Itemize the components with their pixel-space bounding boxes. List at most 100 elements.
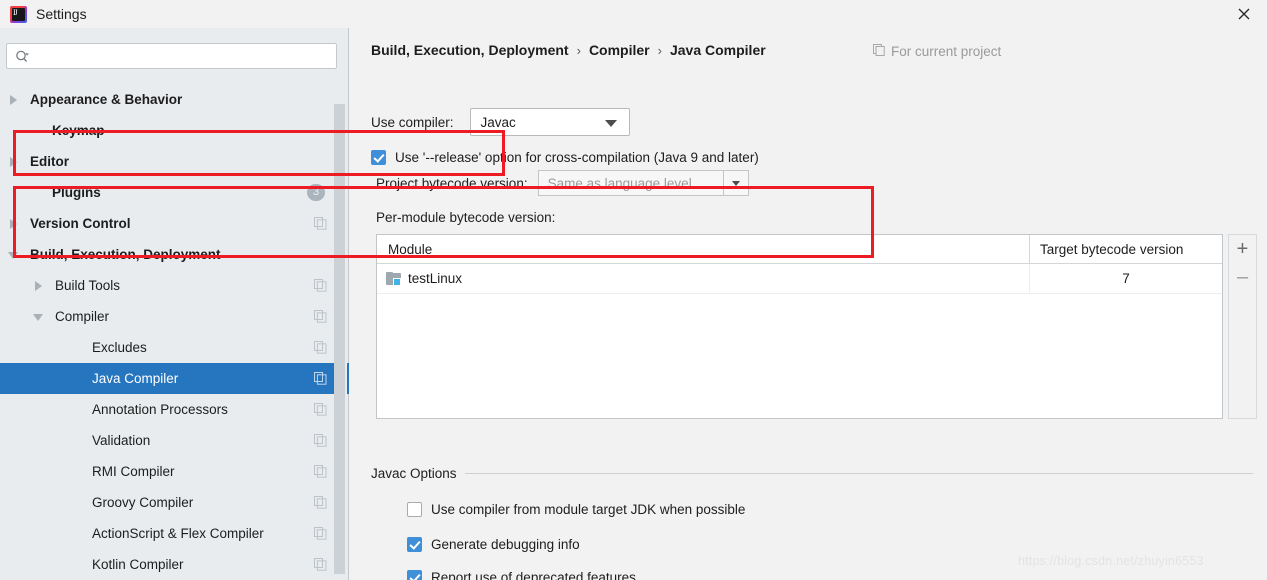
table-toolbar: + – [1228,234,1257,419]
copy-settings-icon[interactable] [314,558,327,574]
sidebar-item-label: ActionScript & Flex Compiler [92,526,264,541]
add-module-button[interactable]: + [1229,235,1256,263]
java-compiler-panel: Build, Execution, Deployment › Compiler … [350,28,1267,580]
breadcrumb: Build, Execution, Deployment › Compiler … [371,42,766,58]
remove-module-button[interactable]: – [1229,263,1256,291]
table-body: testLinux 7 [377,264,1222,294]
sidebar-item-label: Build Tools [55,278,120,293]
sidebar-item-actionscript-flex-compiler[interactable]: ActionScript & Flex Compiler [0,518,349,549]
group-divider [465,473,1253,474]
javac-options-group: Javac Options [371,466,1253,481]
breadcrumb-item-compiler[interactable]: Compiler [589,42,650,58]
javac-option-row[interactable]: Use compiler from module target JDK when… [407,502,745,517]
for-current-project[interactable]: For current project [873,44,1001,59]
javac-option-label: Use compiler from module target JDK when… [431,502,745,517]
copy-settings-icon[interactable] [314,372,327,388]
sidebar-item-label: Kotlin Compiler [92,557,184,572]
column-header-target-bytecode-version[interactable]: Target bytecode version [1030,235,1222,263]
cell-module[interactable]: testLinux [377,264,1030,293]
tree-spacer [70,466,82,478]
sidebar-item-java-compiler[interactable]: Java Compiler [0,363,349,394]
search-input[interactable] [34,45,330,67]
sidebar-item-label: Version Control [30,216,131,231]
sidebar-item-version-control[interactable]: Version Control [0,208,349,239]
sidebar-item-label: Annotation Processors [92,402,228,417]
sidebar-item-badge: 3 [307,184,325,201]
sidebar-item-kotlin-compiler[interactable]: Kotlin Compiler [0,549,349,580]
use-compiler-row: Use compiler: Javac [371,108,630,136]
chevron-down-icon[interactable] [33,311,45,323]
tree-spacer [70,559,82,571]
javac-option-checkbox[interactable] [407,570,422,580]
title-bar: IJ Settings [0,0,1267,28]
project-bytecode-value: Same as language level [548,176,692,191]
sidebar-item-label: Appearance & Behavior [30,92,182,107]
sidebar-item-plugins[interactable]: Plugins3 [0,177,349,208]
sidebar-item-excludes[interactable]: Excludes [0,332,349,363]
module-name: testLinux [408,271,462,286]
use-compiler-value: Javac [481,115,516,130]
copy-settings-icon[interactable] [314,217,327,233]
release-option-label: Use '--release' option for cross-compila… [395,150,759,165]
breadcrumb-separator: › [577,43,581,58]
sidebar-item-build-execution-deployment[interactable]: Build, Execution, Deployment [0,239,349,270]
copy-settings-icon[interactable] [314,465,327,481]
for-current-project-label: For current project [891,44,1001,59]
search-icon [15,50,30,63]
copy-settings-icon[interactable] [314,527,327,543]
sidebar-item-label: Editor [30,154,69,169]
breadcrumb-item-java-compiler: Java Compiler [670,42,766,58]
tree-spacer [70,373,82,385]
project-bytecode-input[interactable]: Same as language level [538,170,723,196]
sidebar-scrollbar-track[interactable] [334,84,347,580]
search-box[interactable] [6,43,337,69]
watermark: https://blog.csdn.net/zhuyin6553 [1018,554,1204,568]
settings-sidebar: Appearance & Behavior Keymap Editor Plugins… [0,28,349,580]
sidebar-item-annotation-processors[interactable]: Annotation Processors [0,394,349,425]
sidebar-item-label: Groovy Compiler [92,495,193,510]
javac-option-row[interactable]: Generate debugging info [407,537,580,552]
breadcrumb-item-build[interactable]: Build, Execution, Deployment [371,42,569,58]
copy-settings-icon[interactable] [314,341,327,357]
release-option-row[interactable]: Use '--release' option for cross-compila… [371,150,759,165]
use-compiler-label: Use compiler: [371,115,454,130]
tree-spacer [70,528,82,540]
intellij-idea-icon: IJ [10,6,27,23]
javac-option-checkbox[interactable] [407,537,422,552]
sidebar-item-rmi-compiler[interactable]: RMI Compiler [0,456,349,487]
sidebar-scrollbar-thumb[interactable] [334,104,345,574]
copy-settings-icon[interactable] [314,403,327,419]
use-compiler-select[interactable]: Javac [470,108,630,136]
chevron-right-icon[interactable] [8,218,20,230]
project-bytecode-combo[interactable]: Same as language level [538,170,749,196]
sidebar-item-label: Keymap [52,123,105,138]
cell-target-bytecode-version[interactable]: 7 [1030,264,1222,293]
chevron-right-icon[interactable] [8,156,20,168]
sidebar-item-label: Java Compiler [92,371,178,386]
table-row[interactable]: testLinux 7 [377,264,1222,294]
chevron-down-icon[interactable] [8,249,20,261]
sidebar-item-validation[interactable]: Validation [0,425,349,456]
sidebar-item-groovy-compiler[interactable]: Groovy Compiler [0,487,349,518]
sidebar-item-compiler[interactable]: Compiler [0,301,349,332]
sidebar-item-keymap[interactable]: Keymap [0,115,349,146]
column-header-module[interactable]: Module [377,235,1030,263]
copy-settings-icon[interactable] [314,310,327,326]
project-bytecode-dropdown-button[interactable] [723,170,749,196]
javac-option-checkbox[interactable] [407,502,422,517]
copy-settings-icon[interactable] [314,496,327,512]
sidebar-item-build-tools[interactable]: Build Tools [0,270,349,301]
close-icon[interactable] [1221,0,1267,28]
sidebar-item-label: RMI Compiler [92,464,175,479]
release-option-checkbox[interactable] [371,150,386,165]
copy-settings-icon[interactable] [314,434,327,450]
tree-spacer [70,404,82,416]
javac-option-row[interactable]: Report use of deprecated features [407,570,636,580]
javac-options-title: Javac Options [371,466,465,481]
breadcrumb-separator: › [658,43,662,58]
sidebar-item-appearance-behavior[interactable]: Appearance & Behavior [0,84,349,115]
sidebar-item-editor[interactable]: Editor [0,146,349,177]
copy-settings-icon[interactable] [314,279,327,295]
chevron-right-icon[interactable] [8,94,20,106]
chevron-right-icon[interactable] [33,280,45,292]
